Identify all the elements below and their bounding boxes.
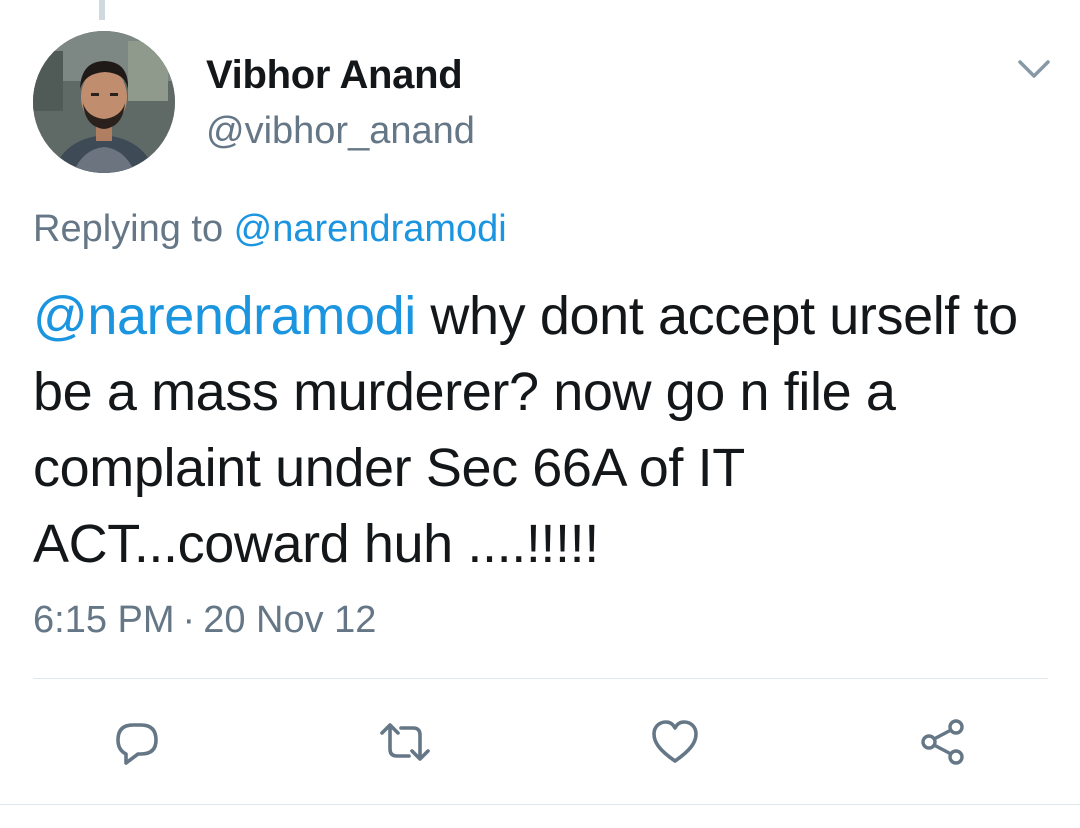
reply-icon [116,723,158,765]
heart-icon [652,720,698,763]
meta-separator: · [182,599,196,641]
author-display-name[interactable]: Vibhor Anand [206,52,463,98]
share-icon [921,719,964,765]
reply-button[interactable] [109,714,165,770]
avatar-image [33,31,175,173]
retweet-icon [380,723,430,761]
replying-to-label: Replying to [33,208,234,250]
avatar[interactable] [33,31,175,173]
tweet-options-button[interactable] [1014,52,1054,86]
replying-to-mention-link[interactable]: @narendramodi [234,208,507,250]
tweet-mention-link[interactable]: @narendramodi [33,286,416,346]
divider [33,678,1048,679]
tweet-timestamp[interactable]: 6:15 PM · 20 Nov 12 [33,596,376,644]
thread-connector-line [99,0,105,20]
replying-to-line: Replying to @narendramodi [33,205,507,253]
bottom-divider [0,804,1080,805]
share-button[interactable] [915,714,971,770]
retweet-button[interactable] [377,714,433,770]
like-button[interactable] [647,714,703,770]
tweet-text: @narendramodi why dont accept urself to … [33,278,1053,582]
chevron-down-icon [1018,60,1050,78]
tweet-date: 20 Nov 12 [203,599,377,641]
tweet-time: 6:15 PM [33,599,175,641]
tweet-card: Vibhor Anand @vibhor_anand Replying to @… [0,0,1080,828]
author-handle[interactable]: @vibhor_anand [206,108,475,154]
